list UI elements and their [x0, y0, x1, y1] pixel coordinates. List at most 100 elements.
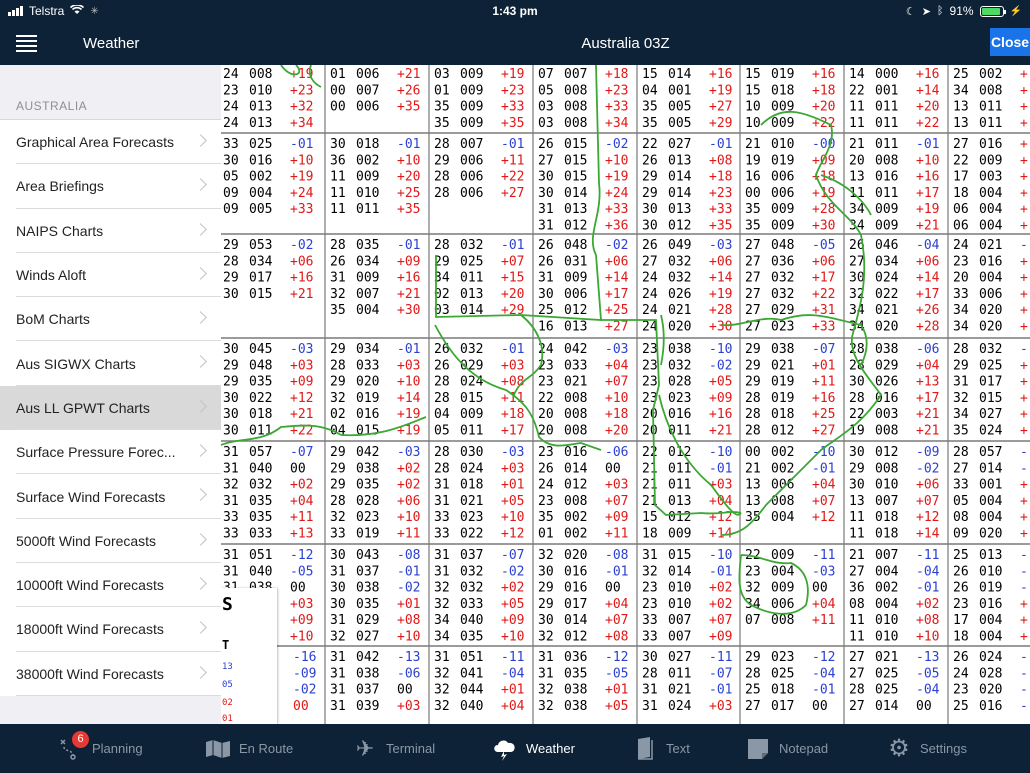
- forecast-value: 18: [953, 630, 969, 645]
- forecast-value: 00: [397, 683, 413, 698]
- forecast-value: 013: [668, 153, 691, 168]
- forecast-value: 038: [668, 342, 691, 357]
- sidebar-item[interactable]: BoM Charts: [0, 297, 221, 342]
- forecast-value: 27: [538, 153, 554, 168]
- forecast-value: 31: [223, 494, 239, 509]
- forecast-value: +06: [916, 478, 939, 493]
- forecast-value: 011: [668, 461, 691, 476]
- forecast-value: 28: [745, 666, 761, 681]
- forecast-value: 007: [875, 494, 898, 509]
- forecast-value: +14: [397, 391, 421, 406]
- notepad-icon: [745, 737, 771, 761]
- list-menu-icon[interactable]: [16, 35, 37, 52]
- forecast-value: 018: [875, 510, 898, 525]
- forecast-value: 021: [460, 494, 483, 509]
- forecast-value: +24: [290, 186, 314, 201]
- forecast-value: 002: [979, 67, 1002, 82]
- forecast-value: 03: [434, 67, 450, 82]
- forecast-value: 004: [979, 271, 1003, 286]
- forecast-cell: 30 027 -11 28 011 -07 31 021 -01 31 024 +03: [642, 650, 732, 714]
- forecast-value: -16: [293, 650, 316, 665]
- forecast-value: 010: [875, 613, 898, 628]
- forecast-value: 035: [356, 597, 379, 612]
- forecast-value: 028: [668, 375, 691, 390]
- forecast-cell: 24 042 -0323 033 +0423 021 +0722 008 +1020 008 +18…: [538, 342, 629, 439]
- forecast-value: -02: [397, 581, 420, 596]
- forecast-value: +: [1020, 202, 1028, 217]
- forecast-value: 11: [849, 630, 865, 645]
- forecast-value: 30: [223, 407, 239, 422]
- forecast-value: 31: [953, 375, 969, 390]
- gpwt-chart-viewer[interactable]: 24 008 +19 23 010 +23 24 013 +32 24 013 +34 01 006 +21…: [221, 65, 1030, 724]
- forecast-value: 023: [668, 391, 691, 406]
- section-header: AUSTRALIA: [16, 99, 88, 113]
- forecast-value: +21: [290, 407, 313, 422]
- forecast-value: -05: [605, 666, 628, 681]
- forecast-value: +11: [501, 153, 524, 168]
- sidebar-item[interactable]: Area Briefings: [0, 164, 221, 209]
- forecast-value: +21: [916, 219, 939, 234]
- tab-settings[interactable]: ⚙ Settings: [886, 724, 967, 773]
- forecast-value: 32: [223, 478, 239, 493]
- forecast-cell: 21 007 -11 27 004 -04 36 002 -01 08 004 +02 11 010 +08…: [849, 548, 940, 645]
- forecast-value: 33: [223, 527, 239, 542]
- sidebar-item[interactable]: 5000ft Wind Forecasts: [0, 519, 221, 564]
- sidebar-item-label: Area Briefings: [16, 178, 104, 195]
- forecast-value: 033: [460, 597, 483, 612]
- forecast-value: 02: [330, 407, 346, 422]
- forecast-value: 004: [979, 186, 1003, 201]
- close-button[interactable]: Close: [990, 28, 1030, 56]
- forecast-value: 26: [953, 650, 969, 665]
- tab-planning[interactable]: 6 Planning: [58, 724, 143, 773]
- forecast-value: 34: [745, 597, 761, 612]
- forecast-value: 31: [642, 699, 658, 714]
- forecast-value: 011: [668, 666, 691, 681]
- sidebar-item[interactable]: Aus LL GPWT Charts: [0, 385, 221, 431]
- forecast-value: 28: [330, 358, 346, 373]
- forecast-value: +34: [605, 116, 629, 131]
- sidebar-item[interactable]: Surface Wind Forecasts: [0, 474, 221, 519]
- forecast-value: 00: [745, 445, 761, 460]
- forecast-value: 014: [564, 186, 588, 201]
- sidebar-item[interactable]: Aus SIGWX Charts: [0, 341, 221, 387]
- forecast-value: 032: [668, 254, 691, 269]
- sidebar-item[interactable]: Surface Pressure Forec...: [0, 430, 221, 475]
- chart-list: Graphical Area Forecasts Area Briefings NA…: [0, 119, 221, 697]
- forecast-value: 023: [356, 510, 379, 525]
- forecast-value: 038: [771, 342, 794, 357]
- gpwt-chart: 24 008 +1923 010 +2324 013 +3224 013 +3401 006 +21…: [221, 65, 1030, 724]
- forecast-value: 32: [434, 699, 450, 714]
- sidebar-item[interactable]: 38000ft Wind Forecasts: [0, 652, 221, 697]
- tab-text[interactable]: Text: [632, 724, 690, 773]
- forecast-value: 31: [642, 683, 658, 698]
- chart-legend-overlay: S T 13 05 02 01: [221, 588, 277, 724]
- forecast-value: +12: [290, 391, 313, 406]
- sidebar-item[interactable]: 10000ft Wind Forecasts: [0, 563, 221, 608]
- forecast-value: 28: [953, 445, 969, 460]
- forecast-value: 009: [875, 219, 898, 234]
- tab-weather[interactable]: Weather: [492, 724, 575, 773]
- sidebar-item-label: 18000ft Wind Forecasts: [16, 621, 164, 638]
- tab-en-route[interactable]: En Route: [205, 724, 293, 773]
- forecast-value: 017: [979, 375, 1002, 390]
- forecast-value: +03: [501, 358, 524, 373]
- forecast-value: 038: [356, 581, 379, 596]
- forecast-value: -10: [709, 445, 732, 460]
- forecast-value: 26: [330, 254, 346, 269]
- forecast-value: 014: [564, 461, 588, 476]
- tab-notepad[interactable]: Notepad: [745, 724, 828, 773]
- planning-route-icon: 6: [58, 730, 89, 761]
- forecast-value: +03: [290, 358, 313, 373]
- forecast-value: +21: [916, 424, 939, 439]
- sidebar-item[interactable]: 18000ft Wind Forecasts: [0, 607, 221, 652]
- forecast-value: +06: [916, 254, 939, 269]
- forecast-value: 26: [953, 564, 969, 579]
- forecast-value: 008: [564, 391, 587, 406]
- forecast-value: +16: [709, 67, 732, 82]
- sidebar-item[interactable]: Winds Aloft: [0, 253, 221, 298]
- sidebar-item[interactable]: NAIPS Charts: [0, 209, 221, 254]
- forecast-value: 27: [849, 650, 865, 665]
- sidebar-item[interactable]: Graphical Area Forecasts: [0, 120, 221, 165]
- forecast-value: 13: [953, 100, 969, 115]
- tab-terminal[interactable]: ✈ Terminal: [352, 724, 435, 773]
